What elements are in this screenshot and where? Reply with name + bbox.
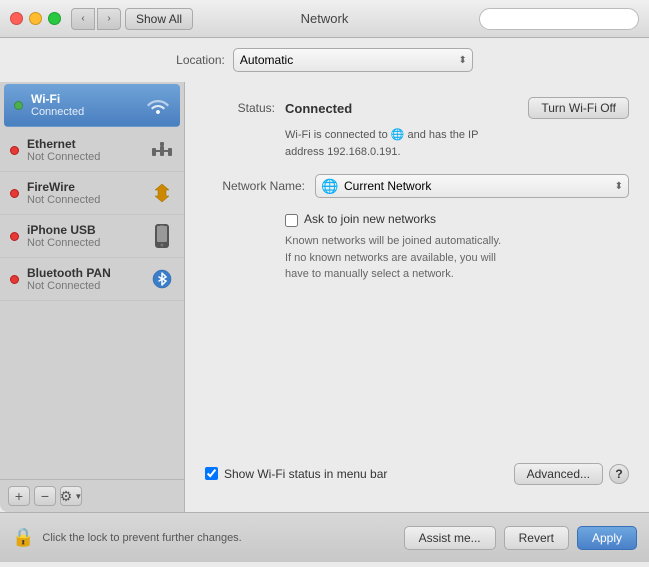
ask-to-join-checkbox[interactable] xyxy=(285,214,298,227)
sidebar-item-ethernet[interactable]: Ethernet Not Connected xyxy=(0,129,184,172)
firewire-info: FireWire Not Connected xyxy=(27,180,142,206)
location-select[interactable]: Automatic Home Work Edit Locations... xyxy=(233,48,473,72)
bluetooth-icon xyxy=(150,267,174,291)
main-content: Wi-Fi Connected Ethernet Not Connected xyxy=(0,82,649,512)
title-bar: ‹ › Show All Network 🔍 xyxy=(0,0,649,38)
footer-bar: 🔒 Click the lock to prevent further chan… xyxy=(0,512,649,562)
window-title: Network xyxy=(301,11,349,26)
firewire-icon xyxy=(150,181,174,205)
sidebar-item-bluetooth[interactable]: Bluetooth PAN Not Connected xyxy=(0,258,184,301)
ethernet-status: Not Connected xyxy=(27,151,142,163)
iphone-usb-info: iPhone USB Not Connected xyxy=(27,223,142,249)
ethernet-info: Ethernet Not Connected xyxy=(27,137,142,163)
wifi-status: Connected xyxy=(31,106,138,118)
sidebar: Wi-Fi Connected Ethernet Not Connected xyxy=(0,82,185,512)
iphone-status-dot xyxy=(10,232,19,241)
minimize-button[interactable] xyxy=(29,12,42,25)
ask-to-join-label[interactable]: Ask to join new networks xyxy=(304,212,436,226)
maximize-button[interactable] xyxy=(48,12,61,25)
sidebar-item-firewire[interactable]: FireWire Not Connected xyxy=(0,172,184,215)
iphone-usb-name: iPhone USB xyxy=(27,223,142,237)
assist-me-button[interactable]: Assist me... xyxy=(404,526,496,550)
wifi-name: Wi-Fi xyxy=(31,92,138,106)
sidebar-item-wifi[interactable]: Wi-Fi Connected xyxy=(4,84,180,127)
remove-network-button[interactable]: − xyxy=(34,486,56,506)
location-select-wrapper: Automatic Home Work Edit Locations... ⬍ xyxy=(233,48,473,72)
iphone-usb-status: Not Connected xyxy=(27,237,142,249)
close-button[interactable] xyxy=(10,12,23,25)
show-wifi-row: Show Wi-Fi status in menu bar Advanced..… xyxy=(205,463,629,485)
help-button[interactable]: ? xyxy=(609,464,629,484)
sidebar-footer: + − ⚙ ▼ xyxy=(0,479,184,512)
back-button[interactable]: ‹ xyxy=(71,8,95,30)
wifi-info: Wi-Fi Connected xyxy=(31,92,138,118)
network-name-row: Network Name: 🌐 Current Network ⬍ xyxy=(205,174,629,198)
network-settings-button[interactable]: ⚙ ▼ xyxy=(60,486,82,506)
network-name-select[interactable]: Current Network xyxy=(315,174,629,198)
ethernet-icon xyxy=(150,138,174,162)
network-name-label: Network Name: xyxy=(205,179,305,193)
wifi-status-dot xyxy=(14,101,23,110)
wifi-icon xyxy=(146,93,170,117)
show-all-button[interactable]: Show All xyxy=(125,8,193,30)
advanced-button[interactable]: Advanced... xyxy=(514,463,603,485)
show-wifi-left: Show Wi-Fi status in menu bar xyxy=(205,467,387,481)
iphone-icon xyxy=(150,224,174,248)
sidebar-list: Wi-Fi Connected Ethernet Not Connected xyxy=(0,82,184,479)
status-value: Connected xyxy=(285,101,352,116)
show-wifi-label[interactable]: Show Wi-Fi status in menu bar xyxy=(224,467,387,481)
status-description: Wi-Fi is connected to 🌐 and has the IPad… xyxy=(285,127,629,160)
firewire-status-dot xyxy=(10,189,19,198)
search-wrapper: 🔍 xyxy=(479,8,639,30)
revert-button[interactable]: Revert xyxy=(504,526,569,550)
forward-button[interactable]: › xyxy=(97,8,121,30)
apply-button[interactable]: Apply xyxy=(577,526,637,550)
network-name-select-wrapper: 🌐 Current Network ⬍ xyxy=(315,174,629,198)
ask-to-join-description: Known networks will be joined automatica… xyxy=(285,233,629,283)
nav-buttons: ‹ › xyxy=(71,8,121,30)
detail-panel: Status: Connected Turn Wi-Fi Off Wi-Fi i… xyxy=(185,82,649,512)
show-wifi-checkbox[interactable] xyxy=(205,467,218,480)
ethernet-status-dot xyxy=(10,146,19,155)
location-label: Location: xyxy=(176,53,225,67)
status-row: Status: Connected Turn Wi-Fi Off xyxy=(205,97,629,119)
lock-icon[interactable]: 🔒 xyxy=(12,527,34,548)
sidebar-item-iphone-usb[interactable]: iPhone USB Not Connected xyxy=(0,215,184,258)
firewire-name: FireWire xyxy=(27,180,142,194)
search-input[interactable] xyxy=(479,8,639,30)
gear-icon: ⚙ xyxy=(60,488,73,505)
bluetooth-pan-info: Bluetooth PAN Not Connected xyxy=(27,266,142,292)
status-label: Status: xyxy=(205,101,275,115)
gear-arrow-icon: ▼ xyxy=(74,492,82,501)
bluetooth-pan-name: Bluetooth PAN xyxy=(27,266,142,280)
turn-wifi-off-button[interactable]: Turn Wi-Fi Off xyxy=(528,97,629,119)
lock-text: Click the lock to prevent further change… xyxy=(42,532,395,544)
add-network-button[interactable]: + xyxy=(8,486,30,506)
bluetooth-status-dot xyxy=(10,275,19,284)
bluetooth-pan-status: Not Connected xyxy=(27,280,142,292)
location-bar: Location: Automatic Home Work Edit Locat… xyxy=(0,38,649,82)
ask-to-join-row: Ask to join new networks xyxy=(285,212,629,227)
firewire-status: Not Connected xyxy=(27,194,142,206)
ethernet-name: Ethernet xyxy=(27,137,142,151)
traffic-lights xyxy=(10,12,61,25)
